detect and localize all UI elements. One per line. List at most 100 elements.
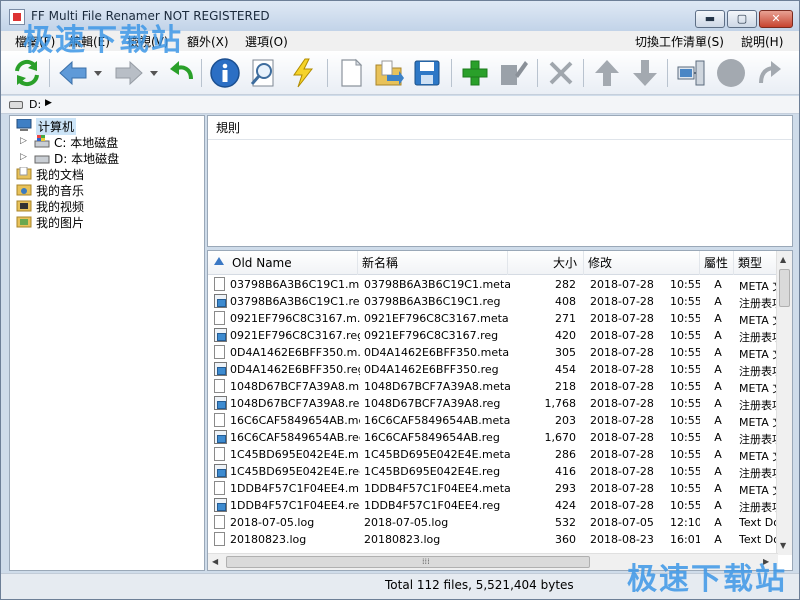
down-arrow-icon[interactable]	[629, 57, 661, 89]
file-row[interactable]: 20180823.log 20180823.log 360 A Text Documen…	[208, 531, 778, 548]
refresh-icon[interactable]	[11, 57, 43, 89]
file-row[interactable]: 1048D67BCF7A39A8.m... 1048D67BCF7A39A8.me…	[208, 378, 778, 395]
circle-icon[interactable]	[715, 57, 747, 89]
expand-chevron-icon[interactable]: ▷	[20, 152, 27, 162]
redo-icon[interactable]	[753, 57, 785, 89]
toolbar-separator	[537, 59, 538, 87]
menu-extra[interactable]: 額外(X)	[187, 33, 229, 50]
new-name-cell: 1DDB4F57C1F04EE4.reg	[364, 499, 501, 512]
old-name-cell: 1C45BD695E042E4E.reg	[230, 465, 360, 478]
network-icon[interactable]	[675, 57, 707, 89]
back-arrow-icon[interactable]	[57, 57, 89, 89]
file-row[interactable]: 1048D67BCF7A39A8.reg 1048D67BCF7A39A8.reg…	[208, 395, 778, 412]
tree-item-video[interactable]: 我的视频	[14, 198, 202, 214]
open-folder-icon[interactable]	[373, 57, 405, 89]
scroll-thumb[interactable]	[779, 269, 790, 307]
file-icon	[214, 447, 228, 462]
forward-arrow-icon[interactable]	[113, 57, 145, 89]
menu-help[interactable]: 說明(H)	[741, 33, 783, 50]
file-row[interactable]: 03798B6A3B6C19C1.reg 03798B6A3B6C19C1.reg…	[208, 293, 778, 310]
tree-item-documents[interactable]: 我的文档	[14, 166, 202, 182]
type-cell: Text Document	[739, 533, 777, 546]
modified-time: 10:55	[670, 431, 700, 444]
file-row[interactable]: 16C6CAF5849654AB.meta 16C6CAF5849654AB.me…	[208, 412, 778, 429]
column-header-size[interactable]: 大小	[508, 251, 584, 275]
forward-dropdown-icon[interactable]	[147, 57, 161, 89]
size-cell: 203	[555, 414, 576, 427]
attributes-cell: A	[714, 346, 722, 359]
file-row[interactable]: 0921EF796C8C3167.reg 0921EF796C8C3167.reg…	[208, 327, 778, 344]
old-name-cell: 0921EF796C8C3167.m...	[230, 312, 360, 325]
modified-time: 10:55	[670, 397, 700, 410]
file-icon	[214, 515, 228, 530]
menu-options[interactable]: 選項(O)	[245, 33, 288, 50]
file-row[interactable]: 1DDB4F57C1F04EE4.reg 1DDB4F57C1F04EE4.reg…	[208, 497, 778, 514]
modified-time: 10:55	[670, 329, 700, 342]
tree-item-music[interactable]: 我的音乐	[14, 182, 202, 198]
drive-c-icon	[34, 135, 50, 148]
pictures-icon	[16, 216, 32, 228]
edit-icon[interactable]	[497, 57, 529, 89]
column-header-attributes[interactable]: 屬性	[700, 251, 734, 275]
drive-icon	[9, 101, 23, 109]
file-row[interactable]: 16C6CAF5849654AB.reg 16C6CAF5849654AB.reg…	[208, 429, 778, 446]
lightning-icon[interactable]	[287, 57, 319, 89]
tree-item-drive-c[interactable]: ▷ C: 本地磁盘	[14, 134, 202, 150]
file-row[interactable]: 0D4A1462E6BFF350.reg 0D4A1462E6BFF350.reg…	[208, 361, 778, 378]
file-row[interactable]: 0921EF796C8C3167.m... 0921EF796C8C3167.me…	[208, 310, 778, 327]
file-row[interactable]: 0D4A1462E6BFF350.m... 0D4A1462E6BFF350.me…	[208, 344, 778, 361]
tree-item-pictures[interactable]: 我的图片	[14, 214, 202, 230]
column-header-old-name[interactable]: Old Name	[208, 251, 358, 275]
scroll-up-icon[interactable]: ▲	[780, 255, 786, 264]
maximize-button[interactable]: ▢	[727, 10, 757, 28]
registry-file-icon	[214, 328, 228, 343]
menu-switch-worklist[interactable]: 切換工作清單(S)	[635, 33, 724, 50]
delete-icon[interactable]	[545, 57, 577, 89]
app-window: FF Multi File Renamer NOT REGISTERED ▬ ▢…	[0, 0, 800, 600]
path-chevron-icon[interactable]: ▶	[45, 98, 52, 108]
size-cell: 1,670	[544, 431, 577, 444]
file-glyph	[214, 532, 225, 546]
info-icon[interactable]	[209, 57, 241, 89]
file-row[interactable]: 1C45BD695E042E4E.m... 1C45BD695E042E4E.me…	[208, 446, 778, 463]
size-cell: 416	[555, 465, 576, 478]
path-text[interactable]: D:	[29, 98, 41, 111]
size-cell: 408	[555, 295, 576, 308]
scroll-left-icon[interactable]: ◀	[212, 557, 218, 566]
tree-item-label: 计算机	[36, 118, 77, 135]
expand-chevron-icon[interactable]: ▷	[20, 136, 27, 146]
file-row[interactable]: 1DDB4F57C1F04EE4.m... 1DDB4F57C1F04EE4.me…	[208, 480, 778, 497]
file-row[interactable]: 03798B6A3B6C19C1.m... 03798B6A3B6C19C1.me…	[208, 276, 778, 293]
file-list[interactable]: Old Name 新名稱 大小 修改 屬性 類型 03798B6A3B6C19C…	[207, 250, 793, 571]
modified-date: 2018-07-28	[590, 380, 654, 393]
tree-item-drive-d[interactable]: ▷ D: 本地磁盘	[14, 150, 202, 166]
modified-date: 2018-07-28	[590, 431, 654, 444]
computer-icon	[16, 119, 32, 131]
file-row[interactable]: 2018-07-05.log 2018-07-05.log 532 A Text Doc…	[208, 514, 778, 531]
minimize-button[interactable]: ▬	[695, 10, 725, 28]
old-name-cell: 1C45BD695E042E4E.m...	[230, 448, 360, 461]
scroll-down-icon[interactable]: ▼	[780, 541, 786, 550]
old-name-cell: 1DDB4F57C1F04EE4.m...	[230, 482, 360, 495]
new-name-cell: 16C6CAF5849654AB.reg	[364, 431, 500, 444]
new-file-icon[interactable]	[335, 57, 367, 89]
scroll-thumb[interactable]: ⁞⁞⁞	[226, 556, 590, 568]
vertical-scrollbar[interactable]: ▲ ▼	[776, 251, 792, 555]
undo-icon[interactable]	[167, 57, 199, 89]
up-arrow-icon[interactable]	[591, 57, 623, 89]
rules-panel[interactable]: 規則	[207, 115, 793, 247]
column-header-modified[interactable]: 修改	[584, 251, 700, 275]
file-row[interactable]: 1C45BD695E042E4E.reg 1C45BD695E042E4E.reg…	[208, 463, 778, 480]
tree-item-computer[interactable]: 计算机	[14, 118, 202, 135]
save-icon[interactable]	[411, 57, 443, 89]
close-button[interactable]: ✕	[759, 10, 793, 28]
column-header-new-name[interactable]: 新名稱	[358, 251, 508, 275]
magnifier-icon[interactable]	[247, 57, 279, 89]
column-header-type[interactable]: 類型	[734, 251, 778, 275]
old-name-cell: 1048D67BCF7A39A8.m...	[230, 380, 360, 393]
modified-date: 2018-07-28	[590, 312, 654, 325]
new-name-cell: 0D4A1462E6BFF350.meta	[364, 346, 510, 359]
watermark-top: 极速下载站	[23, 23, 183, 58]
back-dropdown-icon[interactable]	[91, 57, 105, 89]
plus-icon[interactable]	[459, 57, 491, 89]
